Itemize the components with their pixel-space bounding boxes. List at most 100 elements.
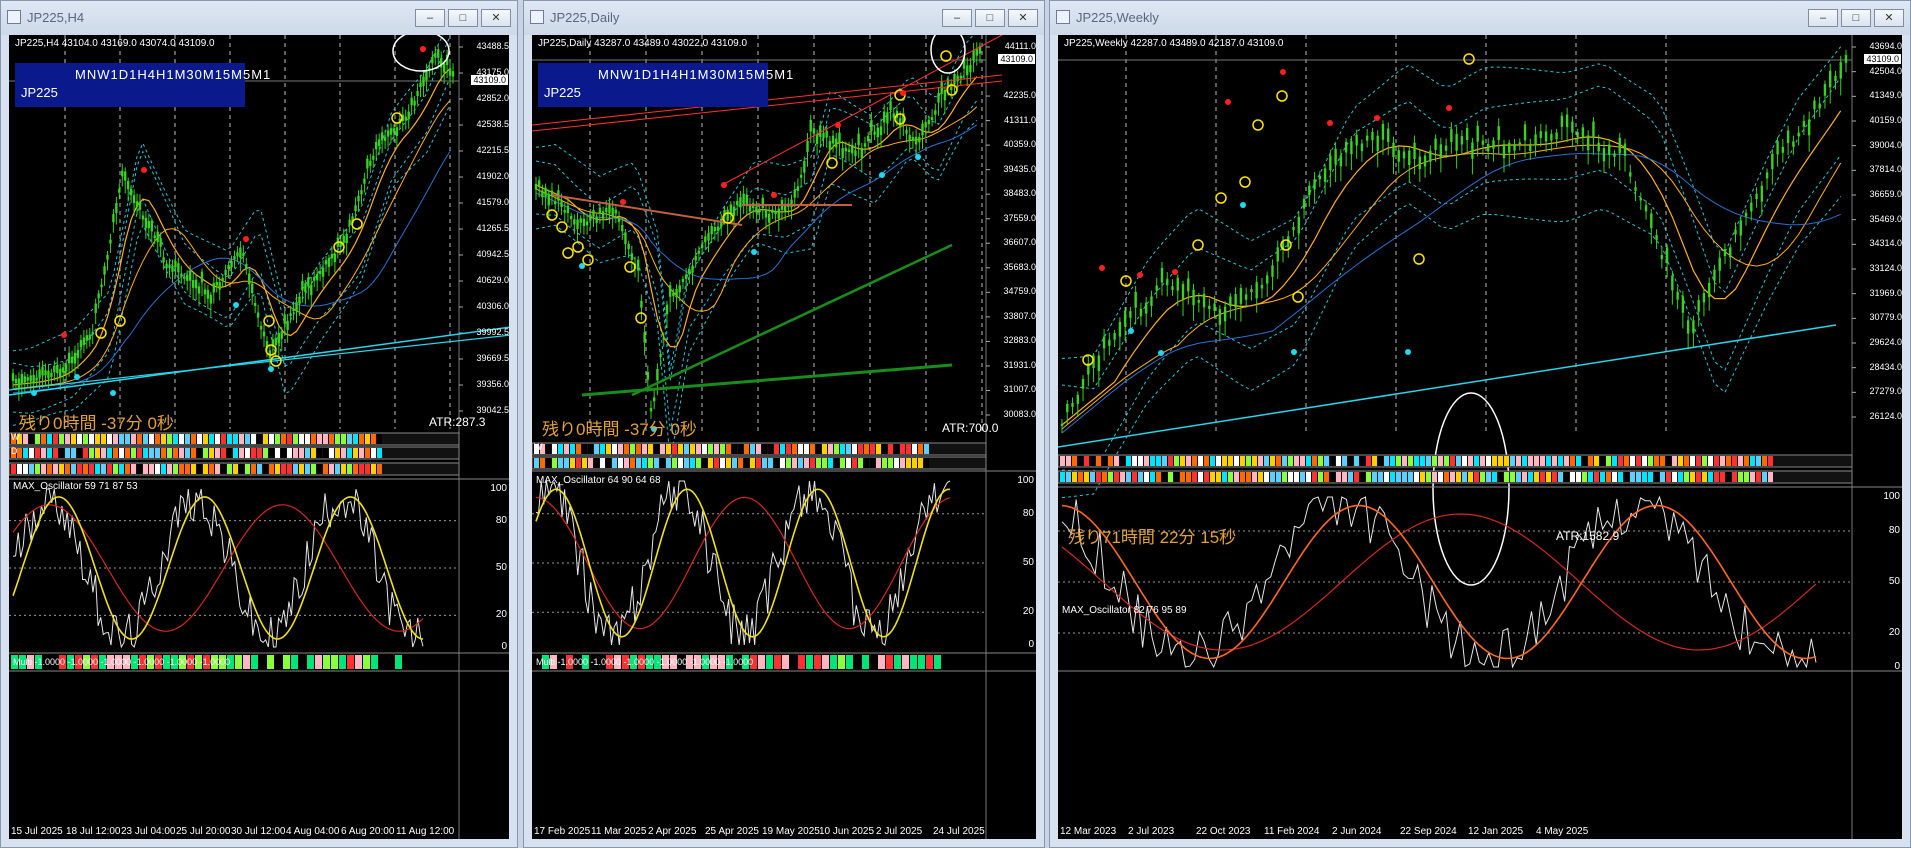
candle-body xyxy=(1644,205,1648,212)
strip-cell xyxy=(780,458,785,468)
strip-cell xyxy=(822,444,827,454)
price-level-label: 32883.0 xyxy=(1003,335,1036,346)
minimize-button[interactable]: – xyxy=(1808,9,1838,27)
candle-body xyxy=(870,120,873,132)
candle-body xyxy=(1455,133,1458,151)
multi-cell xyxy=(363,655,370,669)
strip-cell xyxy=(1732,456,1737,466)
strip-cell xyxy=(576,458,581,468)
minimize-button[interactable]: – xyxy=(415,9,445,27)
strip-cell xyxy=(1552,456,1557,466)
candle-body xyxy=(1308,185,1311,196)
candle-body xyxy=(200,271,204,283)
candle-body xyxy=(286,320,289,331)
candle-body xyxy=(547,193,550,206)
strip-cell xyxy=(1150,472,1155,482)
candle-body xyxy=(1355,134,1358,146)
price-level-label: 42504.0 xyxy=(1869,65,1902,76)
candle-body xyxy=(354,205,357,212)
candle-body xyxy=(70,356,74,364)
price-chart-canvas[interactable] xyxy=(1058,35,1902,839)
strip-cell xyxy=(221,448,226,458)
price-level-label: 27279.0 xyxy=(1869,386,1902,397)
candle-body xyxy=(318,270,322,274)
maximize-button[interactable]: □ xyxy=(1841,9,1871,27)
strip-cell xyxy=(1732,472,1737,482)
candle-body xyxy=(363,178,366,184)
candle-body xyxy=(700,244,704,249)
candle-body xyxy=(624,232,627,244)
candle-body xyxy=(253,302,257,306)
candle-body xyxy=(1071,402,1074,407)
strip-cell xyxy=(1114,472,1119,482)
strip-cell xyxy=(624,444,629,454)
candle-body xyxy=(88,334,91,340)
maximize-button[interactable]: □ xyxy=(448,9,478,27)
multi-cell xyxy=(371,655,378,669)
candle-body xyxy=(822,133,825,139)
strip-cell xyxy=(684,444,689,454)
title-bar[interactable]: JP225,Weekly – □ ✕ xyxy=(1050,1,1910,35)
chart-window-weekly[interactable]: JP225,Weekly – □ ✕ JP225,Weekly 42287.0 … xyxy=(1049,0,1911,848)
strip-cell xyxy=(1744,456,1749,466)
strip-cell xyxy=(1564,472,1569,482)
candle-body xyxy=(153,235,156,239)
candle-body xyxy=(1134,291,1137,308)
candle-body xyxy=(617,218,621,223)
candle-body xyxy=(1786,130,1790,144)
multi-cell xyxy=(774,655,781,669)
chart-area[interactable]: JP225,Daily 43287.0 43489.0 43022.0 4310… xyxy=(532,35,1036,839)
strip-cell xyxy=(1366,472,1371,482)
strip-cell xyxy=(1258,456,1263,466)
strip-cell xyxy=(1690,456,1695,466)
strip-cell xyxy=(305,448,310,458)
chart-area[interactable]: JP225,H4 43104.0 43169.0 43074.0 43109.0… xyxy=(9,35,509,839)
strip-cell xyxy=(287,464,292,474)
multi-cell xyxy=(235,655,242,669)
strip-cell xyxy=(708,444,713,454)
chart-window-daily[interactable]: JP225,Daily – □ ✕ JP225,Daily 43287.0 43… xyxy=(523,0,1045,848)
candle-body xyxy=(879,126,883,136)
strip-cell xyxy=(1234,456,1239,466)
strip-cell xyxy=(1528,472,1533,482)
candle-body xyxy=(292,308,295,311)
swing-high-dot xyxy=(243,236,249,242)
strip-cell xyxy=(888,444,893,454)
close-button[interactable]: ✕ xyxy=(1874,9,1904,27)
close-button[interactable]: ✕ xyxy=(1008,9,1038,27)
strip-cell xyxy=(359,434,364,444)
chart-area[interactable]: JP225,Weekly 42287.0 43489.0 42187.0 431… xyxy=(1058,35,1902,839)
strip-cell xyxy=(1276,456,1281,466)
close-button[interactable]: ✕ xyxy=(481,9,511,27)
candle-body xyxy=(38,369,41,379)
candle-body xyxy=(20,373,24,385)
multi-cell xyxy=(886,655,893,669)
minimize-button[interactable]: – xyxy=(942,9,972,27)
strip-cell xyxy=(1192,472,1197,482)
title-bar[interactable]: JP225,Daily – □ ✕ xyxy=(524,1,1044,35)
maximize-button[interactable]: □ xyxy=(975,9,1005,27)
strip-cell xyxy=(317,464,322,474)
signal-circle xyxy=(1192,239,1204,251)
chart-window-h4[interactable]: JP225,H4 – □ ✕ JP225,H4 43104.0 43169.0 … xyxy=(0,0,518,848)
candle-body xyxy=(35,377,38,381)
candle-body xyxy=(1839,62,1842,79)
timeframe-panel: MNW1D1H4H1M30M15M5M1 JP225 xyxy=(538,63,793,107)
strip-cell xyxy=(588,444,593,454)
strip-cell xyxy=(1336,472,1341,482)
price-chart-canvas[interactable] xyxy=(9,35,509,839)
strip-cell xyxy=(263,448,268,458)
candle-body xyxy=(1444,145,1448,151)
candle-body xyxy=(1244,294,1248,300)
strip-cell xyxy=(612,444,617,454)
strip-cell xyxy=(113,434,118,444)
price-level-label: 33124.0 xyxy=(1869,263,1902,273)
strip-cell xyxy=(1426,472,1431,482)
strip-cell xyxy=(35,464,40,474)
strip-cell xyxy=(323,434,328,444)
strip-cell xyxy=(179,434,184,444)
strip-cell xyxy=(191,464,196,474)
candle-body xyxy=(1187,278,1190,292)
title-bar[interactable]: JP225,H4 – □ ✕ xyxy=(1,1,517,35)
signal-circle xyxy=(1276,90,1288,102)
